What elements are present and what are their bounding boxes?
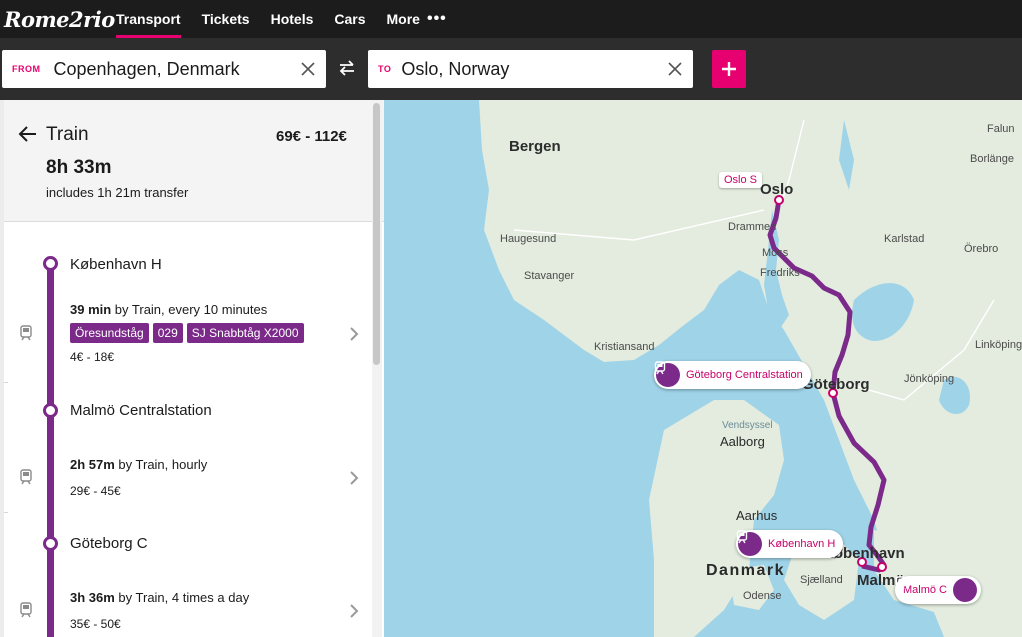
- map-label-orebro: Örebro: [964, 243, 999, 255]
- clear-to-icon[interactable]: [657, 50, 693, 88]
- station-pin-kobenhavn[interactable]: København H: [736, 530, 844, 558]
- segment-3-detail: by Train, 4 times a day: [114, 590, 250, 605]
- mode-title: Train: [46, 124, 89, 145]
- train-icon: [20, 469, 32, 485]
- map-label-drammen: Drammen: [728, 221, 777, 233]
- map-label-karlstad: Karlstad: [884, 233, 925, 245]
- chevron-right-icon[interactable]: [348, 603, 360, 619]
- stop-kobenhavn[interactable]: København H: [70, 256, 162, 273]
- rome2rio-logo[interactable]: Rome2rio: [4, 7, 116, 32]
- map-label-aarhus: Aarhus: [736, 508, 778, 523]
- to-field[interactable]: TO Oslo, Norway: [368, 50, 693, 88]
- station-pin-kobenhavn-label: København H: [768, 538, 836, 550]
- tab-cars[interactable]: Cars: [334, 0, 365, 38]
- line-badge: SJ Snabbtåg X2000: [186, 323, 304, 343]
- segment-1-price: 4€ - 18€: [70, 350, 115, 364]
- train-icon: [20, 602, 32, 618]
- segment-3-price: 35€ - 50€: [70, 617, 121, 631]
- stop-goteborg[interactable]: Göteborg C: [70, 535, 148, 552]
- map-label-jonkoping: Jönköping: [904, 373, 955, 385]
- tab-transport-label: Transport: [116, 11, 181, 27]
- stop-dot: [43, 403, 58, 418]
- tab-tickets[interactable]: Tickets: [202, 0, 250, 38]
- stop-malmo[interactable]: Malmö Centralstation: [70, 402, 212, 419]
- tab-tickets-label: Tickets: [201, 11, 250, 27]
- swap-icon[interactable]: [334, 55, 360, 81]
- segment-2-price: 29€ - 45€: [70, 484, 121, 498]
- segment-1-detail: by Train, every 10 minutes: [111, 302, 268, 317]
- tab-transport[interactable]: Transport: [116, 0, 181, 38]
- map-label-fredrikstad: Fredriks: [760, 267, 800, 279]
- route-line: [47, 264, 54, 637]
- line-badge: Öresundståg: [70, 323, 149, 343]
- train-station-icon: [736, 530, 762, 556]
- map-label-falun: Falun: [987, 123, 1015, 135]
- chevron-right-icon[interactable]: [348, 470, 360, 486]
- ellipsis-icon: •••: [426, 10, 447, 27]
- total-duration: 8h 33m: [46, 157, 112, 178]
- map-label-haugesund: Haugesund: [500, 233, 557, 245]
- map-label-sjaelland: Sjælland: [800, 574, 843, 586]
- map-label-kristiansand: Kristiansand: [594, 341, 655, 353]
- from-input[interactable]: Copenhagen, Denmark: [54, 59, 291, 80]
- segment-2-description[interactable]: 2h 57m by Train, hourly: [70, 457, 207, 472]
- scrollbar-thumb[interactable]: [373, 103, 380, 365]
- line-badge: 029: [152, 323, 183, 343]
- map-label-danmark: Danmark: [706, 562, 785, 579]
- segment-1-time: 39 min: [70, 302, 112, 317]
- map-label-vendsyssel: Vendsyssel: [722, 420, 773, 431]
- station-pin-goteborg-label: Göteborg Centralstation: [686, 369, 803, 381]
- map-label-oslo: Oslo: [760, 181, 794, 198]
- train-station-icon: [895, 576, 978, 602]
- station-tag-oslo[interactable]: Oslo S: [719, 172, 763, 188]
- station-pin-malmo[interactable]: Malmö C: [895, 576, 982, 604]
- tab-more[interactable]: More •••: [387, 0, 447, 38]
- station-pin-malmo-label: Malmö C: [903, 584, 948, 596]
- map-label-odense: Odense: [743, 590, 782, 602]
- map-label-bergen: Bergen: [509, 138, 561, 155]
- segment-2-time: 2h 57m: [70, 457, 115, 472]
- route-map[interactable]: Bergen Oslo Drammen Haugesund Moss Fredr…: [384, 100, 1022, 637]
- map-label-stavanger: Stavanger: [524, 270, 575, 282]
- transfer-note: includes 1h 21m transfer: [46, 185, 189, 200]
- segment-1-description[interactable]: 39 min by Train, every 10 minutes: [70, 302, 267, 317]
- to-tag: TO: [378, 64, 392, 74]
- station-pin-goteborg[interactable]: Göteborg Centralstation: [654, 361, 811, 389]
- map-label-aalborg: Aalborg: [720, 434, 765, 449]
- route-summary: Train 69€ - 112€ 8h 33m includes 1h 21m …: [4, 100, 384, 222]
- clear-from-icon[interactable]: [290, 50, 326, 88]
- stop-dot: [43, 536, 58, 551]
- map-label-goteborg: Göteborg: [802, 376, 870, 393]
- segment-divider: [4, 512, 8, 513]
- map-label-linkoping: Linköping: [975, 339, 1022, 351]
- segment-2-detail: by Train, hourly: [114, 457, 208, 472]
- panel-scrollbar[interactable]: [372, 100, 382, 637]
- to-input[interactable]: Oslo, Norway: [401, 59, 657, 80]
- from-field[interactable]: FROM Copenhagen, Denmark: [2, 50, 326, 88]
- train-icon: [20, 325, 32, 341]
- segment-3-description[interactable]: 3h 36m by Train, 4 times a day: [70, 590, 249, 605]
- segment-1-badges: Öresundståg 029 SJ Snabbtåg X2000: [70, 323, 304, 343]
- add-destination-button[interactable]: [712, 50, 746, 88]
- from-tag: FROM: [12, 64, 41, 74]
- plus-icon: [722, 62, 736, 76]
- segment-divider: [4, 382, 8, 383]
- tab-more-label: More: [386, 11, 420, 27]
- stop-dot: [43, 256, 58, 271]
- tab-hotels-label: Hotels: [270, 11, 314, 27]
- top-navigation: Rome2rio Transport Tickets Hotels Cars M…: [0, 0, 1022, 38]
- price-range: 69€ - 112€: [276, 128, 347, 145]
- back-arrow-icon[interactable]: [16, 123, 38, 145]
- train-station-icon: [654, 361, 680, 387]
- segment-3-time: 3h 36m: [70, 590, 115, 605]
- route-detail-panel: Train 69€ - 112€ 8h 33m includes 1h 21m …: [0, 100, 384, 637]
- tab-hotels[interactable]: Hotels: [271, 0, 314, 38]
- tab-cars-label: Cars: [334, 11, 366, 27]
- map-label-moss: Moss: [762, 247, 789, 259]
- route-timeline: København H 39 min by Train, every 10 mi…: [4, 222, 368, 637]
- search-bar: FROM Copenhagen, Denmark TO Oslo, Norway: [0, 38, 1022, 100]
- chevron-right-icon[interactable]: [348, 326, 360, 342]
- map-label-borlange: Borlänge: [970, 153, 1015, 165]
